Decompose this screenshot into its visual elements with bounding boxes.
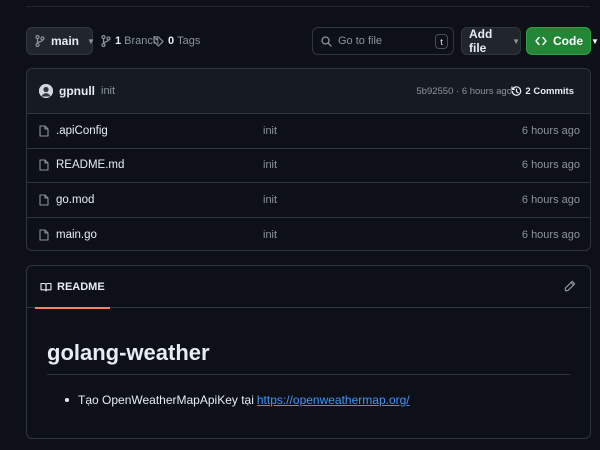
code-label: Code [553, 34, 583, 48]
add-file-button[interactable]: Add file ▼ [461, 27, 521, 55]
file-age: 6 hours ago [521, 124, 580, 137]
bullet-text: Tạo OpenWeatherMapApiKey tại [78, 393, 254, 407]
file-commit-message[interactable]: init [263, 229, 277, 241]
chevron-down-icon: ▼ [591, 36, 599, 46]
file-row[interactable]: README.md init 6 hours ago [27, 149, 590, 183]
file-commit-message[interactable]: init [263, 159, 277, 171]
readme-panel: README golang-weather Tạo OpenWeatherMap… [26, 265, 591, 439]
branch-selector-button[interactable]: main ▼ [26, 27, 95, 55]
git-branch-icon [35, 35, 45, 47]
history-icon [511, 85, 522, 97]
book-icon [40, 282, 52, 292]
file-icon [39, 229, 51, 241]
file-icon [39, 159, 51, 171]
tags-link[interactable]: 0 Tags [153, 27, 200, 55]
file-commit-message[interactable]: init [263, 125, 277, 137]
pencil-icon[interactable] [564, 280, 576, 292]
add-file-label: Add file [469, 27, 493, 55]
file-age: 6 hours ago [521, 193, 580, 206]
search-input[interactable] [338, 35, 426, 47]
latest-commit-bar: gpnull init 5b92550 · 6 hours ago 2 Comm… [27, 69, 590, 114]
chevron-down-icon: ▼ [87, 36, 95, 46]
readme-content: golang-weather Tạo OpenWeatherMapApiKey … [27, 340, 590, 407]
top-divider [26, 6, 590, 7]
chevron-down-icon: ▼ [512, 36, 520, 46]
file-row[interactable]: .apiConfig init 6 hours ago [27, 114, 590, 149]
file-row[interactable]: main.go init 6 hours ago [27, 218, 590, 251]
readme-tab-label: README [57, 280, 105, 293]
bullet-dot [65, 398, 69, 402]
file-age: 6 hours ago [521, 228, 580, 241]
branch-count: 1 [115, 35, 122, 47]
readme-header: README [27, 266, 590, 309]
tab-readme[interactable]: README [35, 266, 110, 309]
readme-title: golang-weather [47, 340, 570, 375]
openweathermap-link[interactable]: https://openweathermap.org/ [257, 393, 410, 407]
file-name[interactable]: main.go [56, 229, 97, 241]
keyboard-shortcut-hint: t [435, 34, 448, 49]
avatar[interactable] [39, 84, 53, 98]
branches-link[interactable]: 1 Branch [101, 27, 159, 55]
search-icon [321, 35, 332, 47]
file-name[interactable]: README.md [56, 159, 124, 171]
commit-message[interactable]: init [101, 85, 115, 97]
file-row[interactable]: go.mod init 6 hours ago [27, 183, 590, 218]
code-button[interactable]: Code ▼ [526, 27, 599, 55]
file-name[interactable]: go.mod [56, 194, 94, 206]
commit-hash-time[interactable]: 5b92550 · 6 hours ago [416, 86, 512, 97]
tag-label: Tags [177, 35, 201, 47]
file-name[interactable]: .apiConfig [56, 125, 108, 137]
commits-link[interactable]: 2 Commits [511, 86, 574, 97]
code-icon [535, 36, 547, 46]
git-branch-icon [101, 35, 111, 47]
file-commit-message[interactable]: init [263, 194, 277, 206]
file-icon [39, 194, 51, 206]
commit-count: 2 Commits [525, 85, 574, 97]
list-item: Tạo OpenWeatherMapApiKey tại https://ope… [65, 393, 570, 407]
tag-icon [153, 35, 164, 47]
commit-author[interactable]: gpnull [59, 84, 95, 98]
repo-toolbar: main ▼ 1 Branch 0 Tags t Add file ▼ Code… [26, 27, 599, 55]
branch-name: main [51, 34, 80, 48]
file-age: 6 hours ago [521, 159, 580, 172]
file-list: gpnull init 5b92550 · 6 hours ago 2 Comm… [26, 68, 591, 251]
file-icon [39, 125, 51, 137]
tag-count: 0 [168, 35, 175, 47]
go-to-file-search[interactable]: t [312, 27, 454, 55]
